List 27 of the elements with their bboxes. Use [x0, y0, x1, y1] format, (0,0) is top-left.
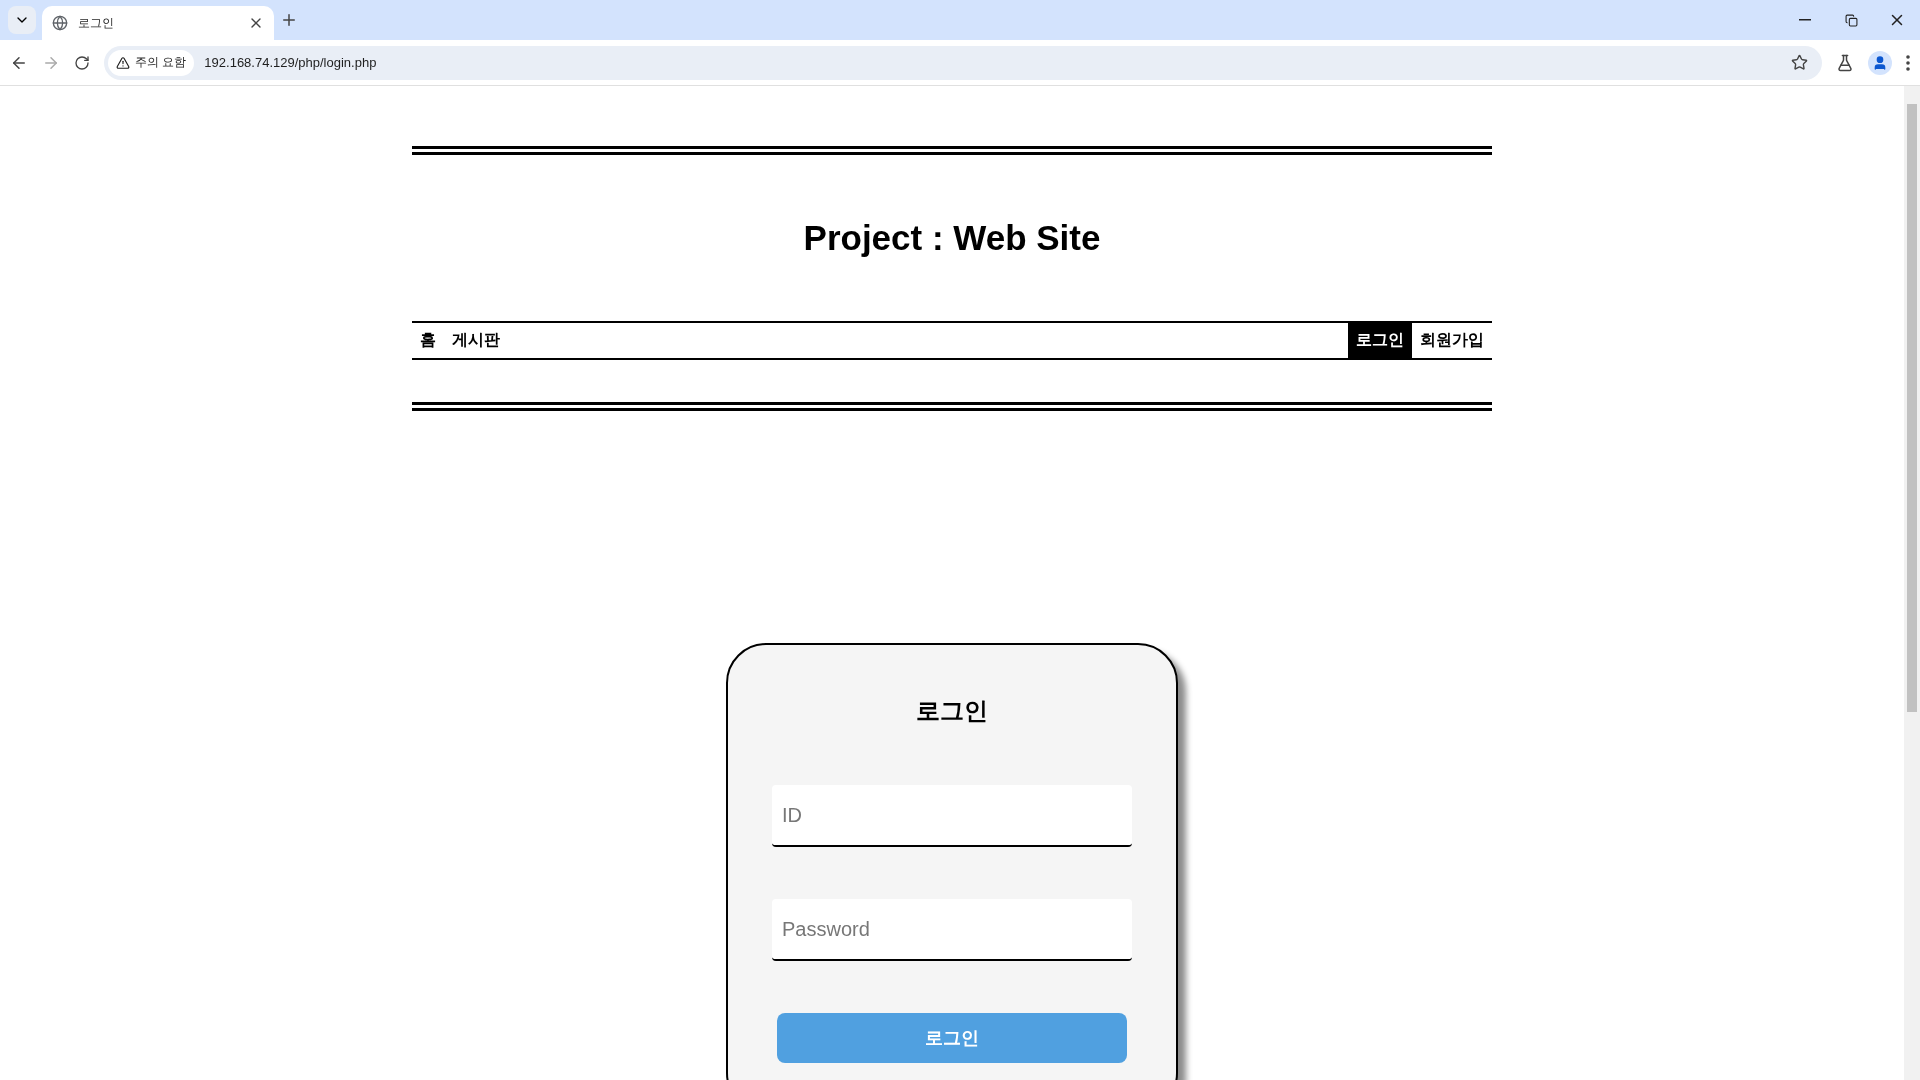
- security-chip[interactable]: 주의 요함: [108, 49, 195, 76]
- nav-link[interactable]: 게시판: [444, 323, 508, 358]
- reload-button[interactable]: [74, 54, 90, 71]
- warning-icon: [116, 55, 130, 70]
- nav-link[interactable]: 회원가입: [1412, 323, 1492, 358]
- person-icon: [1872, 54, 1888, 71]
- profile-button[interactable]: [1868, 50, 1892, 75]
- login-title: 로그인: [916, 696, 988, 726]
- browser-tab[interactable]: 로그인: [42, 6, 274, 40]
- menu-button[interactable]: [1906, 54, 1910, 71]
- more-icon: [1906, 54, 1910, 71]
- scrollbar[interactable]: [1904, 86, 1920, 1080]
- nav-link[interactable]: 홈: [412, 323, 444, 358]
- flask-button[interactable]: [1836, 53, 1854, 72]
- minimize-icon: [1799, 19, 1811, 21]
- tab-search-button[interactable]: [8, 6, 36, 34]
- new-tab-button[interactable]: [280, 11, 298, 29]
- site-title: Project : Web Site: [802, 217, 1102, 259]
- tab-title: 로그인: [78, 14, 115, 32]
- address-bar[interactable]: 주의 요함 192.168.74.129/php/login.php: [104, 45, 1822, 80]
- nav-link[interactable]: 로그인: [1348, 323, 1412, 358]
- restore-icon: [1844, 13, 1858, 27]
- globe-icon: [52, 15, 68, 31]
- input-field[interactable]: ID: [772, 785, 1132, 847]
- url-text: 192.168.74.129/php/login.php: [204, 55, 378, 70]
- bookmark-button[interactable]: [1791, 54, 1808, 71]
- input-field[interactable]: Password: [772, 899, 1132, 961]
